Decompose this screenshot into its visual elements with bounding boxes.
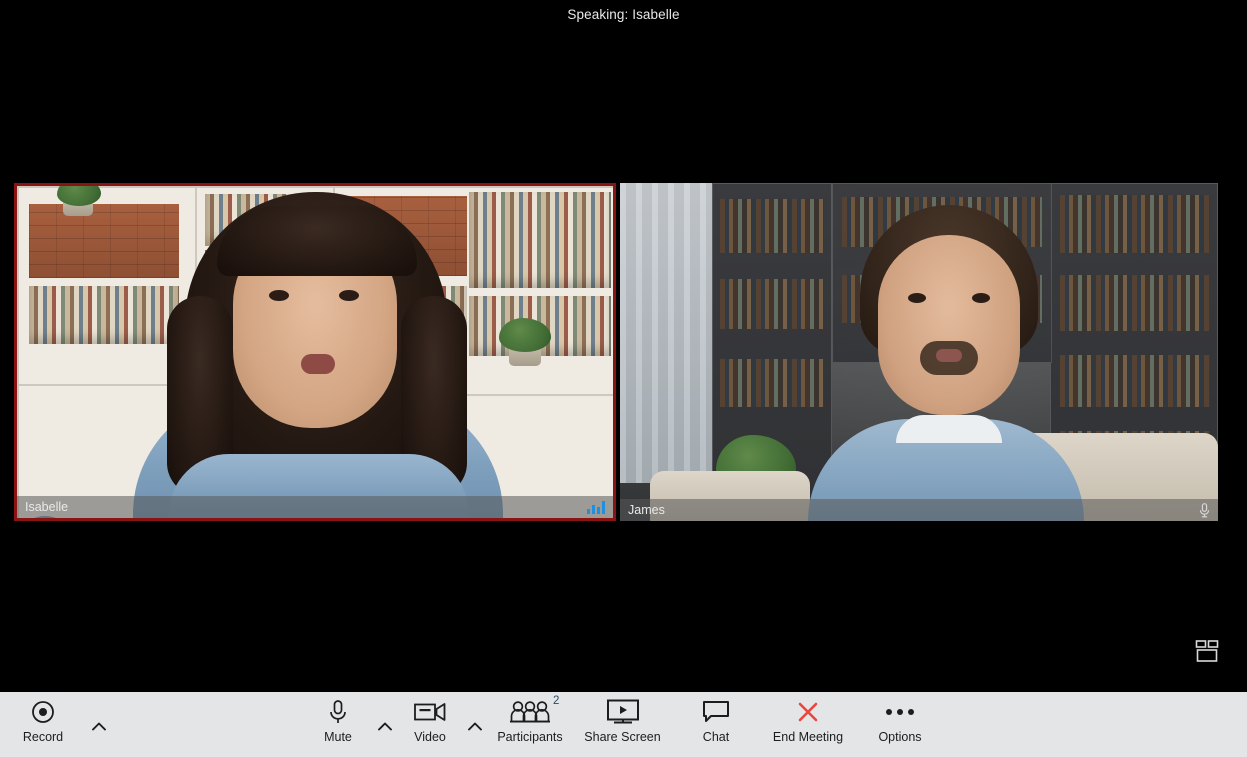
participants-count-badge: 2 (553, 695, 560, 707)
tile-name-bar-isabelle: Isabelle (17, 496, 613, 518)
record-button[interactable]: Record (8, 692, 78, 757)
ellipsis-icon (886, 699, 914, 725)
end-meeting-label: End Meeting (772, 730, 844, 744)
mute-options-caret-icon[interactable] (374, 692, 396, 757)
share-screen-icon (606, 699, 640, 725)
tile-name-bar-james: James (620, 499, 1218, 521)
participant-name-isabelle: Isabelle (25, 500, 69, 514)
microphone-icon (329, 699, 347, 725)
video-tile-isabelle[interactable]: Isabelle (14, 183, 616, 521)
chat-button[interactable]: Chat (685, 692, 747, 757)
options-label: Options (878, 730, 922, 744)
video-options-caret-icon[interactable] (464, 692, 486, 757)
chat-bubble-icon (702, 699, 730, 725)
share-screen-button[interactable]: Share Screen (570, 692, 675, 757)
video-tile-james[interactable]: James (620, 183, 1218, 521)
mute-label: Mute (324, 730, 352, 744)
participants-icon: 2 (508, 695, 559, 725)
share-screen-label: Share Screen (584, 730, 661, 744)
participants-button[interactable]: 2 Participants (485, 692, 575, 757)
end-meeting-button[interactable]: End Meeting (752, 692, 864, 757)
chat-label: Chat (702, 730, 730, 744)
participant-name-james: James (628, 503, 665, 517)
video-feed-james (620, 183, 1218, 521)
mute-button[interactable]: Mute (308, 692, 368, 757)
audio-level-icon (587, 500, 605, 514)
video-label: Video (414, 730, 446, 744)
options-button[interactable]: Options (862, 692, 938, 757)
participants-label: Participants (497, 730, 563, 744)
microphone-icon (1199, 502, 1210, 518)
video-camera-icon (414, 699, 446, 725)
gallery-view-toggle-icon[interactable] (1195, 640, 1219, 662)
record-options-caret-icon[interactable] (88, 692, 110, 757)
speaking-status-banner: Speaking: Isabelle (567, 7, 680, 22)
close-x-icon (796, 699, 820, 725)
record-icon (31, 699, 55, 725)
meeting-controls-toolbar: Record Mute Video 2 Participants Share S… (0, 692, 1247, 757)
record-label: Record (22, 730, 64, 744)
video-feed-isabelle (17, 186, 613, 518)
video-button[interactable]: Video (396, 692, 464, 757)
video-stage: Isabelle James (14, 183, 1218, 521)
